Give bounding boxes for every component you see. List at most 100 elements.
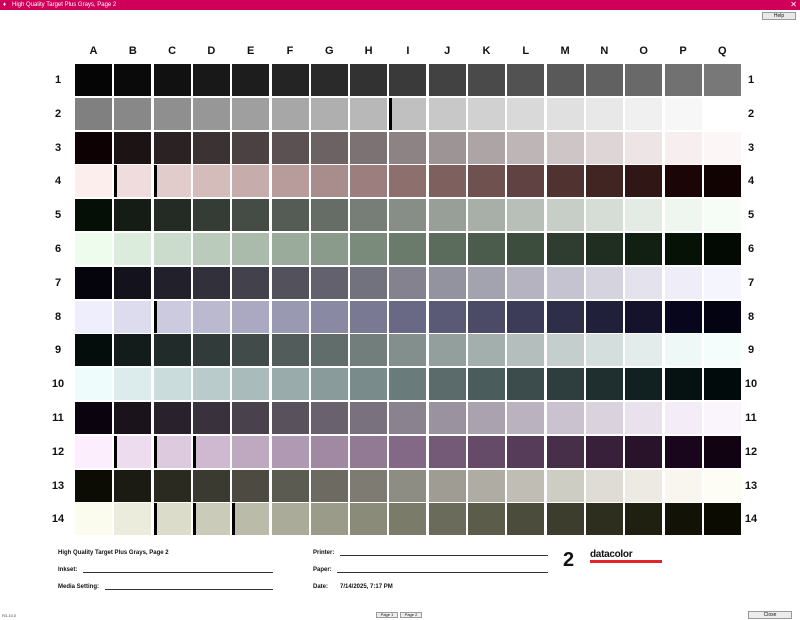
patch-m13 (546, 469, 584, 502)
patch-m5 (546, 199, 584, 232)
row-label-right-5: 5 (747, 209, 755, 222)
brand-bar (590, 560, 662, 563)
patch-g4 (310, 165, 348, 198)
row-label-left-11: 11 (52, 412, 64, 424)
patch-c4 (153, 165, 191, 198)
patch-c9 (153, 334, 191, 367)
patch-c1 (153, 64, 191, 96)
column-header-g: G (325, 45, 334, 57)
patch-j1 (428, 64, 466, 96)
row-label-right-1: 1 (747, 74, 755, 86)
column-header-e: E (247, 45, 255, 57)
patch-p13 (664, 469, 702, 502)
patch-i8 (389, 300, 427, 333)
patch-b1 (114, 64, 152, 96)
row-label-right-13: 13 (744, 479, 758, 492)
close-button[interactable]: Close (748, 611, 792, 619)
patch-p14 (664, 503, 702, 536)
row-label-left-3: 3 (54, 141, 62, 154)
page-1-button[interactable]: Page 1 (376, 612, 398, 618)
patch-l4 (507, 165, 545, 198)
patch-f11 (271, 402, 309, 434)
patch-c6 (153, 233, 191, 265)
patch-q10 (703, 368, 741, 401)
patch-a10 (75, 368, 112, 401)
patch-p12 (664, 435, 702, 468)
patch-n6 (585, 233, 623, 265)
patch-n12 (585, 435, 623, 468)
patch-j13 (428, 469, 466, 502)
patch-m3 (546, 131, 584, 164)
patch-j10 (428, 368, 466, 401)
column-header-a: A (89, 45, 98, 57)
patch-q9 (703, 334, 741, 367)
patch-l11 (507, 402, 545, 434)
inkset-line (83, 572, 273, 573)
column-header-o: O (639, 45, 648, 57)
patch-f4 (271, 165, 309, 198)
title-bar: ♦ High Quality Target Plus Grays, Page 2… (0, 0, 800, 10)
patch-k4 (468, 165, 505, 198)
patch-g5 (310, 199, 348, 232)
column-header-l: L (522, 45, 530, 57)
patch-n3 (585, 131, 623, 164)
patch-l9 (507, 334, 545, 367)
patch-q5 (703, 199, 741, 232)
patch-o4 (625, 165, 663, 198)
patch-f10 (271, 368, 309, 401)
patch-j7 (428, 266, 466, 299)
patch-n9 (585, 334, 623, 367)
patch-b4 (114, 165, 152, 198)
patch-m6 (546, 233, 584, 265)
patch-g6 (310, 233, 348, 265)
patch-c2 (153, 97, 191, 130)
patch-o10 (625, 368, 663, 401)
column-header-h: H (364, 45, 373, 57)
patch-k14 (468, 503, 505, 536)
page-2-button[interactable]: Page 2 (400, 612, 422, 618)
patch-l8 (507, 300, 545, 333)
patch-p1 (664, 64, 702, 96)
patch-e7 (232, 266, 270, 299)
patch-n2 (585, 97, 623, 130)
patch-f9 (271, 334, 309, 367)
patch-p4 (664, 165, 702, 198)
row-label-right-3: 3 (747, 141, 755, 154)
patch-b6 (114, 233, 152, 265)
patch-k2 (468, 97, 505, 130)
patch-b13 (114, 469, 152, 502)
patch-g3 (310, 131, 348, 164)
patch-i5 (389, 199, 427, 232)
row-label-left-7: 7 (54, 276, 62, 289)
patch-m2 (546, 97, 584, 130)
help-button[interactable]: Help (762, 12, 796, 20)
close-icon[interactable]: ✕ (790, 0, 797, 10)
patch-c10 (153, 368, 191, 401)
patch-b5 (114, 199, 152, 232)
patch-c14 (153, 503, 191, 536)
patch-q4 (703, 165, 741, 198)
patch-a5 (75, 199, 112, 232)
patch-e5 (232, 199, 270, 232)
target-title: High Quality Target Plus Grays, Page 2 (58, 550, 169, 556)
patch-a7 (75, 266, 112, 299)
patch-f5 (271, 199, 309, 232)
patch-k1 (468, 64, 505, 96)
patch-i10 (389, 368, 427, 401)
patch-n5 (585, 199, 623, 232)
patch-o2 (625, 97, 663, 130)
patch-d6 (192, 233, 230, 265)
row-label-left-2: 2 (54, 107, 62, 120)
patch-l12 (507, 435, 545, 468)
date-label: Date: (313, 584, 329, 590)
patch-o12 (625, 435, 663, 468)
patch-e10 (232, 368, 270, 401)
patch-a11 (75, 402, 112, 434)
paper-line (337, 572, 548, 573)
app-icon: ♦ (3, 2, 7, 8)
patch-n4 (585, 165, 623, 198)
patch-c7 (153, 266, 191, 299)
row-label-right-7: 7 (747, 276, 755, 289)
patch-p11 (664, 402, 702, 434)
inkset-label: Inkset: (58, 567, 78, 573)
